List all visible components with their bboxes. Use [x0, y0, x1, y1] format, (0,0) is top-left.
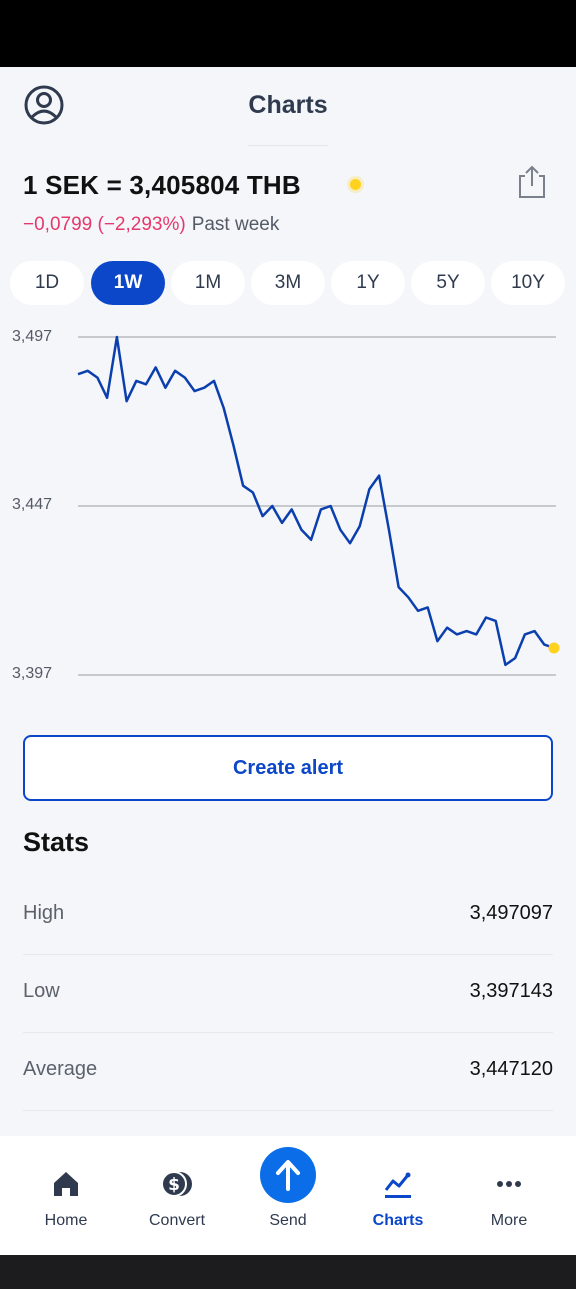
stat-value: 3,497097 — [469, 902, 553, 924]
title-divider — [248, 145, 328, 146]
rate-chart[interactable]: 3,497 3,447 3,397 — [0, 318, 576, 698]
share-icon — [519, 165, 545, 198]
stats-title: Stats — [23, 827, 90, 857]
stat-label: Low — [23, 980, 60, 1002]
nav-send[interactable]: Send — [233, 1136, 343, 1255]
stat-label: Average — [23, 1058, 98, 1080]
period-selector: 1D 1W 1M 3M 1Y 5Y 10Y — [10, 261, 566, 305]
rate-series-line — [77, 335, 555, 667]
send-button-circle — [260, 1147, 316, 1203]
stat-row-average: Average 3,447120 — [23, 1032, 553, 1111]
system-navigation-bar — [0, 1255, 576, 1289]
stat-value: 3,447120 — [469, 1058, 553, 1080]
nav-label: Home — [44, 1212, 88, 1229]
status-bar — [0, 0, 576, 67]
convert-icon: $ — [161, 1171, 192, 1197]
nav-label: More — [490, 1212, 528, 1229]
nav-more[interactable]: More — [454, 1136, 564, 1255]
home-icon — [54, 1172, 78, 1196]
period-1d[interactable]: 1D — [10, 261, 84, 305]
header: Charts — [0, 67, 576, 147]
y-tick-label: 3,397 — [12, 665, 53, 682]
share-button[interactable] — [516, 164, 548, 200]
stat-row-low: Low 3,397143 — [23, 954, 553, 1033]
latest-point-marker — [548, 642, 560, 654]
rate-change: −0,0799 (−2,293%) Past week — [23, 214, 279, 236]
stat-value: 3,397143 — [469, 980, 553, 1002]
nav-label: Convert — [148, 1212, 206, 1229]
period-1m[interactable]: 1M — [171, 261, 245, 305]
page-title: Charts — [248, 91, 328, 119]
period-3m[interactable]: 3M — [251, 261, 325, 305]
stat-label: High — [23, 902, 65, 924]
chart-canvas — [77, 335, 560, 676]
nav-convert[interactable]: $ Convert — [122, 1136, 232, 1255]
change-period: Past week — [191, 214, 280, 235]
live-indicator — [350, 179, 361, 190]
y-tick-label: 3,447 — [12, 496, 53, 513]
more-icon — [497, 1181, 521, 1187]
exchange-rate: 1 SEK = 3,405804 THB — [23, 170, 301, 200]
nav-home[interactable]: Home — [11, 1136, 121, 1255]
y-tick-label: 3,497 — [12, 328, 53, 345]
period-1y[interactable]: 1Y — [331, 261, 405, 305]
stat-row-high: High 3,497097 — [23, 876, 553, 955]
create-alert-button[interactable]: Create alert — [23, 735, 553, 801]
nav-label: Send — [269, 1212, 307, 1229]
period-5y[interactable]: 5Y — [411, 261, 485, 305]
nav-charts[interactable]: Charts — [343, 1136, 453, 1255]
period-10y[interactable]: 10Y — [491, 261, 565, 305]
bottom-nav: Home $ Convert Send Charts More — [0, 1136, 576, 1255]
nav-label: Charts — [372, 1212, 424, 1229]
change-value: −0,0799 (−2,293%) — [23, 214, 186, 235]
svg-text:$: $ — [168, 1175, 180, 1195]
period-1w[interactable]: 1W — [91, 261, 165, 305]
send-icon — [276, 1160, 300, 1191]
charts-icon — [384, 1172, 411, 1198]
